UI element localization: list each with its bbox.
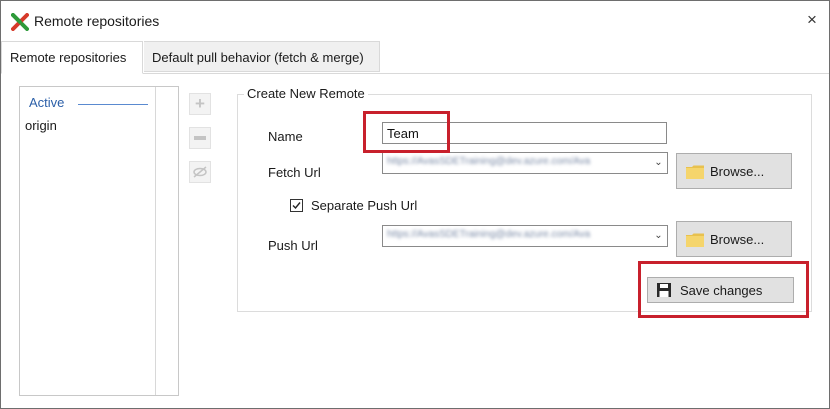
fetch-browse-label: Browse... — [710, 164, 765, 179]
eye-icon — [193, 166, 207, 178]
chevron-down-icon[interactable]: ⌄ — [650, 226, 667, 246]
fetch-url-combobox[interactable]: https://AvasSDETraining@dev.azure.com/Av… — [382, 152, 668, 174]
separate-push-url-checkbox[interactable] — [290, 199, 303, 212]
push-url-combobox[interactable]: https://AvasSDETraining@dev.azure.com/Av… — [382, 225, 668, 247]
title-bar: Remote repositories × — [1, 1, 829, 41]
fetch-browse-button[interactable]: Browse... — [676, 153, 792, 189]
close-button[interactable]: × — [801, 9, 823, 31]
name-input[interactable] — [382, 122, 667, 144]
git-extensions-icon — [11, 13, 29, 31]
separate-push-url-label[interactable]: Separate Push Url — [311, 198, 417, 213]
plus-icon: + — [195, 94, 205, 113]
name-label: Name — [268, 129, 303, 144]
checkmark-icon — [292, 202, 301, 210]
folder-icon — [686, 165, 704, 179]
tab-content: Active origin + Create New Remote Name F… — [1, 74, 829, 408]
folder-icon — [686, 233, 704, 247]
chevron-down-icon[interactable]: ⌄ — [650, 153, 667, 173]
toggle-remote-button[interactable] — [189, 161, 211, 183]
list-item-origin[interactable]: origin — [25, 118, 57, 133]
fetch-url-label: Fetch Url — [268, 165, 321, 180]
fetch-url-value: https://AvasSDETraining@dev.azure.com/Av… — [387, 156, 591, 167]
push-browse-label: Browse... — [710, 232, 765, 247]
push-url-value: https://AvasSDETraining@dev.azure.com/Av… — [387, 229, 591, 240]
list-group-header: Active — [29, 95, 65, 110]
remote-repositories-window: Remote repositories × Default pull behav… — [0, 0, 830, 409]
save-changes-label: Save changes — [680, 283, 763, 298]
list-group-header-line — [78, 104, 148, 105]
list-column-divider — [155, 87, 156, 395]
add-remote-button[interactable]: + — [189, 93, 211, 115]
floppy-disk-icon — [657, 283, 671, 297]
tab-strip: Default pull behavior (fetch & merge) Re… — [1, 41, 829, 74]
push-url-label: Push Url — [268, 238, 318, 253]
minus-icon — [194, 136, 206, 140]
remove-remote-button[interactable] — [189, 127, 211, 149]
tab-default-pull-behavior[interactable]: Default pull behavior (fetch & merge) — [144, 41, 380, 72]
push-browse-button[interactable]: Browse... — [676, 221, 792, 257]
window-title: Remote repositories — [34, 13, 160, 29]
remote-list[interactable]: Active origin — [19, 86, 179, 396]
tab-remote-repositories[interactable]: Remote repositories — [1, 41, 143, 74]
group-title: Create New Remote — [244, 86, 368, 101]
save-changes-button[interactable]: Save changes — [647, 277, 794, 303]
